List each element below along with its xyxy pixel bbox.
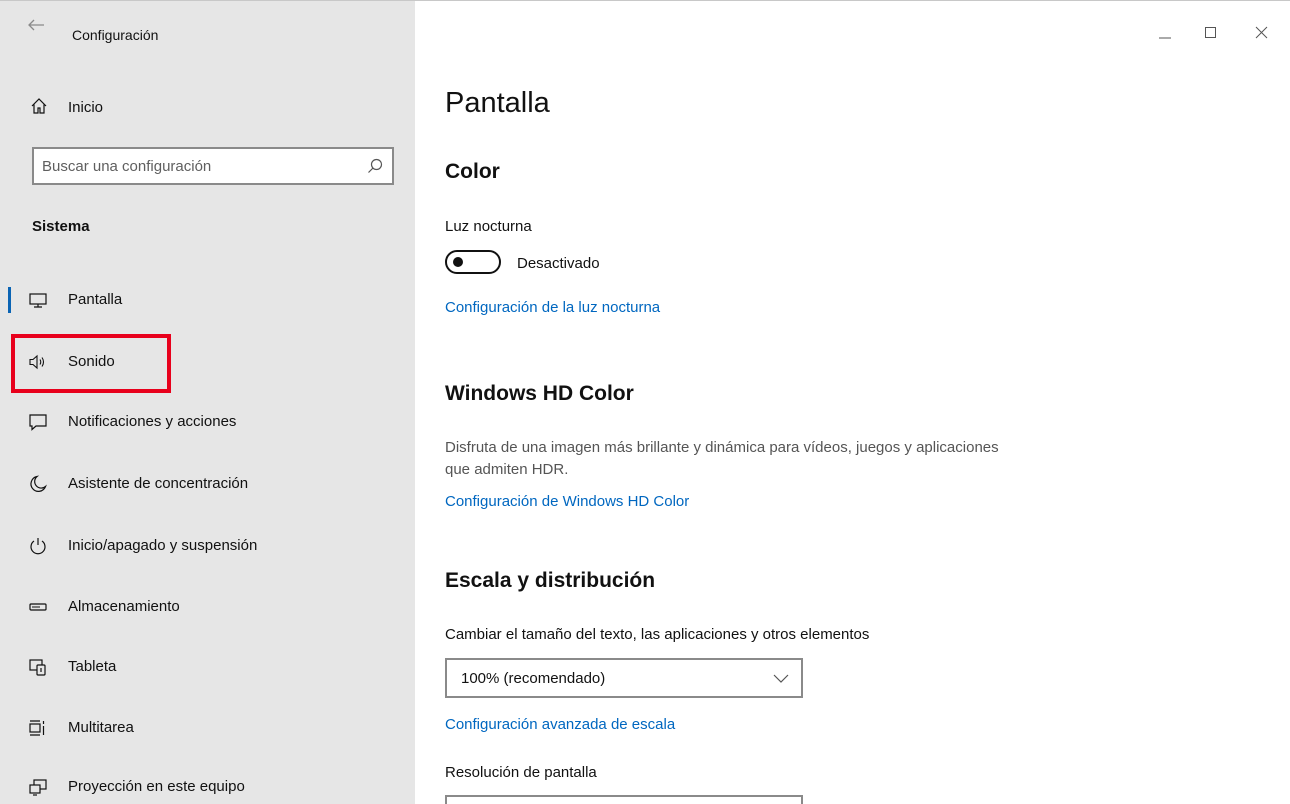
night-light-settings-link[interactable]: Configuración de la luz nocturna [445,299,660,316]
chevron-down-icon [773,674,789,683]
page-title: Pantalla [445,87,550,119]
storage-icon [29,603,47,611]
content-pane: Pantalla Color Luz nocturna Desactivado … [445,0,1290,804]
sidebar-home[interactable]: Inicio [0,89,415,127]
app-title: Configuración [72,27,159,43]
hdr-heading: Windows HD Color [445,382,634,405]
power-icon [30,538,46,555]
sidebar-item-pantalla[interactable]: Pantalla [0,277,415,321]
home-icon [31,98,47,114]
projection-icon [29,779,47,796]
multitask-icon [29,720,45,736]
scale-size-label: Cambiar el tamaño del texto, las aplicac… [445,626,870,643]
sidebar-item-notificaciones[interactable]: Notificaciones y acciones [0,399,415,443]
scale-heading: Escala y distribución [445,569,656,592]
sidebar-item-almacenamiento[interactable]: Almacenamiento [0,584,415,628]
tablet-icon [29,659,46,676]
active-indicator [8,287,11,313]
sidebar-item-label: Almacenamiento [68,598,180,615]
sidebar-item-multitarea[interactable]: Multitarea [0,705,415,749]
search-icon[interactable] [366,157,384,175]
hdr-description: Disfruta de una imagen más brillante y d… [445,439,999,478]
sidebar-item-label: Inicio/apagado y suspensión [68,537,258,554]
back-button[interactable] [24,15,48,35]
sidebar: Configuración Inicio Sistema Pantalla So… [0,1,415,804]
sidebar-item-tableta[interactable]: Tableta [0,644,415,688]
night-light-toggle[interactable] [445,250,501,274]
sidebar-item-label: Multitarea [68,719,134,736]
night-light-label: Luz nocturna [445,218,532,235]
scale-size-value: 100% (recomendado) [461,670,606,687]
sidebar-item-label: Notificaciones y acciones [68,413,237,430]
resolution-label: Resolución de pantalla [445,764,597,781]
sidebar-item-concentracion[interactable]: Asistente de concentración [0,461,415,505]
back-arrow-icon [28,19,44,31]
monitor-icon [29,293,47,308]
sidebar-item-label: Tableta [68,658,117,675]
search-box[interactable] [32,147,394,185]
sidebar-item-label: Pantalla [68,291,123,308]
sidebar-item-label: Proyección en este equipo [68,778,245,795]
sidebar-item-energia[interactable]: Inicio/apagado y suspensión [0,523,415,567]
hdr-settings-link[interactable]: Configuración de Windows HD Color [445,493,689,510]
sidebar-item-label: Asistente de concentración [68,475,249,492]
notification-icon [29,414,47,431]
advanced-scale-link[interactable]: Configuración avanzada de escala [445,716,675,733]
search-input[interactable] [42,149,362,183]
toggle-knob [453,257,463,267]
scale-size-dropdown[interactable]: 100% (recomendado) [445,658,803,698]
night-light-state: Desactivado [517,255,600,272]
section-title: Sistema [32,218,90,235]
resolution-dropdown[interactable] [445,795,803,804]
sidebar-item-proyeccion[interactable]: Proyección en este equipo [0,764,415,804]
sidebar-home-label: Inicio [68,99,104,116]
titlebar: Configuración [0,1,415,45]
moon-icon [30,475,47,492]
annotation-highlight-box [11,334,171,393]
color-heading: Color [445,160,500,183]
